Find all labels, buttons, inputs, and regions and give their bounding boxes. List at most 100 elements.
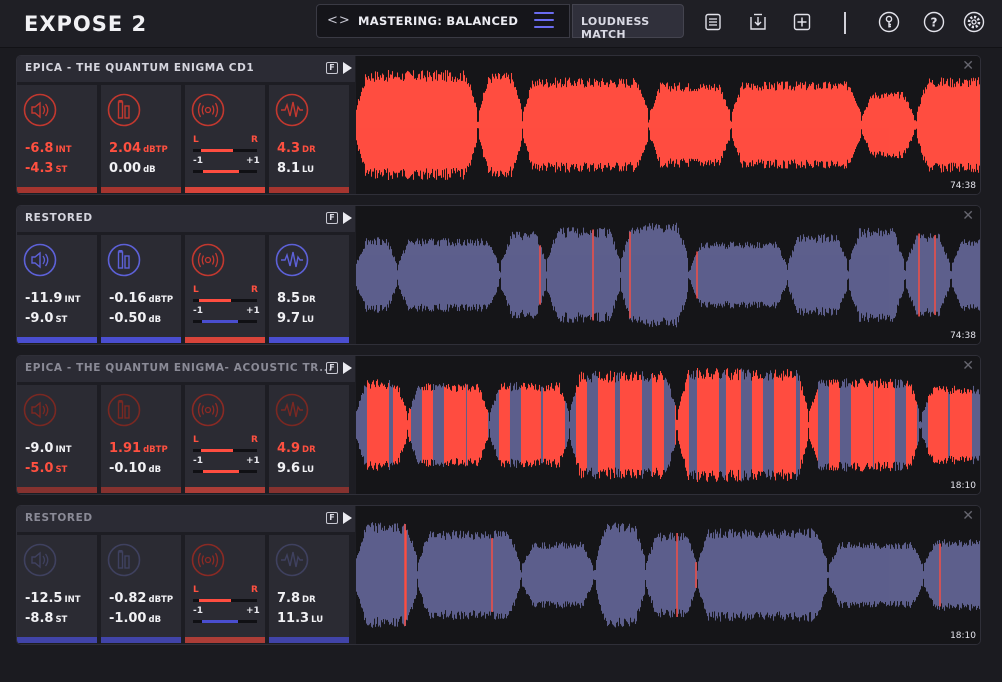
dynamics-meter: 7.8 DR 11.3 LU <box>269 535 349 643</box>
preset-menu-icon[interactable] <box>534 12 554 30</box>
dynamics-status-bar <box>269 337 349 343</box>
close-icon[interactable]: ✕ <box>962 359 974 373</box>
correlation-fill <box>202 320 238 323</box>
meter-panel: RESTORED F -11.9 INT -9.0 ST -0.16 dBTP -0.… <box>17 206 355 344</box>
waveform-pulse-icon <box>275 243 309 277</box>
track-name: RESTORED <box>25 212 93 224</box>
balance-bar <box>193 299 257 302</box>
left-label: L <box>193 585 199 595</box>
download-icon[interactable] <box>746 10 770 34</box>
play-icon[interactable] <box>343 512 352 524</box>
stereo-field-icon <box>191 543 225 577</box>
waveform-area[interactable]: ✕ 18:10 <box>356 506 980 644</box>
right-label: R <box>251 135 258 145</box>
waveform[interactable] <box>356 506 980 644</box>
waveform[interactable] <box>356 56 980 194</box>
track-duration: 74:38 <box>950 181 976 191</box>
waveform-area[interactable]: ✕ 18:10 <box>356 356 980 494</box>
preset-selector[interactable]: <> MASTERING: BALANCED <box>316 4 570 38</box>
stereo-field-icon <box>191 393 225 427</box>
speaker-icon <box>23 543 57 577</box>
stereo-status-bar <box>185 337 265 343</box>
correlation-bar <box>193 320 257 323</box>
correlation-fill <box>203 470 239 473</box>
loudness-match-label: LOUDNESS MATCH <box>581 15 650 41</box>
balance-bar <box>193 149 257 152</box>
correlation-max-label: +1 <box>246 306 260 316</box>
track-3[interactable]: EPICA - THE QUANTUM ENIGMA- ACOUSTIC TR.… <box>16 355 981 495</box>
loudness-status-bar <box>17 637 97 643</box>
add-icon[interactable] <box>790 10 814 34</box>
true-peak: 1.91 dBTP <box>109 441 168 456</box>
loudness-meter: -11.9 INT -9.0 ST <box>17 235 97 343</box>
track-header: EPICA - THE QUANTUM ENIGMA CD1 F <box>17 56 355 82</box>
format-f-icon[interactable]: F <box>326 362 338 374</box>
format-f-icon[interactable]: F <box>326 212 338 224</box>
correlation-max-label: +1 <box>246 156 260 166</box>
right-label: R <box>251 585 258 595</box>
track-name: EPICA - THE QUANTUM ENIGMA CD1 <box>25 62 255 74</box>
sample-peak: -0.50 dB <box>109 311 162 326</box>
preset-name[interactable]: MASTERING: BALANCED <box>358 14 518 28</box>
waveform-area[interactable]: ✕ 74:38 <box>356 206 980 344</box>
short-term-loudness: -8.8 ST <box>25 611 68 626</box>
peak-bars-icon <box>107 543 141 577</box>
loudness-meter: -9.0 INT -5.0 ST <box>17 385 97 493</box>
peak-status-bar <box>101 337 181 343</box>
balance-bar <box>193 599 257 602</box>
loudness-range: 11.3 LU <box>277 611 324 626</box>
track-1[interactable]: EPICA - THE QUANTUM ENIGMA CD1 F -6.8 INT… <box>16 55 981 195</box>
dynamic-range: 4.9 DR <box>277 441 316 456</box>
stereo-meter: L R -1 +1 <box>185 85 265 193</box>
loudness-range: 9.7 LU <box>277 311 315 326</box>
settings-icon[interactable] <box>962 10 986 34</box>
play-icon[interactable] <box>343 62 352 74</box>
format-f-icon[interactable]: F <box>326 62 338 74</box>
toolbar-divider <box>844 12 846 34</box>
close-icon[interactable]: ✕ <box>962 209 974 223</box>
integrated-loudness: -12.5 INT <box>25 591 81 606</box>
peak-status-bar <box>101 637 181 643</box>
waveform-pulse-icon <box>275 543 309 577</box>
close-icon[interactable]: ✕ <box>962 59 974 73</box>
correlation-bar <box>193 620 257 623</box>
track-header: RESTORED F <box>17 506 355 532</box>
app-title: EXPOSE 2 <box>24 12 148 36</box>
right-label: R <box>251 435 258 445</box>
dynamics-status-bar <box>269 487 349 493</box>
left-label: L <box>193 285 199 295</box>
balance-fill <box>201 449 233 452</box>
list-icon[interactable] <box>701 10 725 34</box>
track-2[interactable]: RESTORED F -11.9 INT -9.0 ST -0.16 dBTP -0.… <box>16 205 981 345</box>
correlation-fill <box>203 170 239 173</box>
waveform-area[interactable]: ✕ 74:38 <box>356 56 980 194</box>
waveform[interactable] <box>356 206 980 344</box>
loudness-status-bar <box>17 187 97 193</box>
correlation-min-label: -1 <box>193 306 203 316</box>
correlation-bar <box>193 170 257 173</box>
close-icon[interactable]: ✕ <box>962 509 974 523</box>
play-icon[interactable] <box>343 212 352 224</box>
help-icon[interactable]: ? <box>922 10 946 34</box>
correlation-fill <box>202 620 238 623</box>
balance-fill <box>201 149 233 152</box>
stereo-status-bar <box>185 487 265 493</box>
loudness-meter: -6.8 INT -4.3 ST <box>17 85 97 193</box>
loudness-range: 9.6 LU <box>277 461 315 476</box>
stereo-field-icon <box>191 93 225 127</box>
svg-text:?: ? <box>931 16 938 30</box>
preset-nav-arrows-icon[interactable]: <> <box>327 13 351 28</box>
track-4[interactable]: RESTORED F -12.5 INT -8.8 ST -0.82 dBTP -1.… <box>16 505 981 645</box>
format-f-icon[interactable]: F <box>326 512 338 524</box>
peak-bars-icon <box>107 93 141 127</box>
stereo-meter: L R -1 +1 <box>185 535 265 643</box>
true-peak: 2.04 dBTP <box>109 141 168 156</box>
meter-panel: RESTORED F -12.5 INT -8.8 ST -0.82 dBTP -1.… <box>17 506 355 644</box>
waveform[interactable] <box>356 356 980 494</box>
key-icon[interactable] <box>877 10 901 34</box>
loudness-match-button[interactable]: LOUDNESS MATCH <box>572 4 684 41</box>
short-term-loudness: -4.3 ST <box>25 161 68 176</box>
play-icon[interactable] <box>343 362 352 374</box>
correlation-min-label: -1 <box>193 156 203 166</box>
stereo-status-bar <box>185 637 265 643</box>
